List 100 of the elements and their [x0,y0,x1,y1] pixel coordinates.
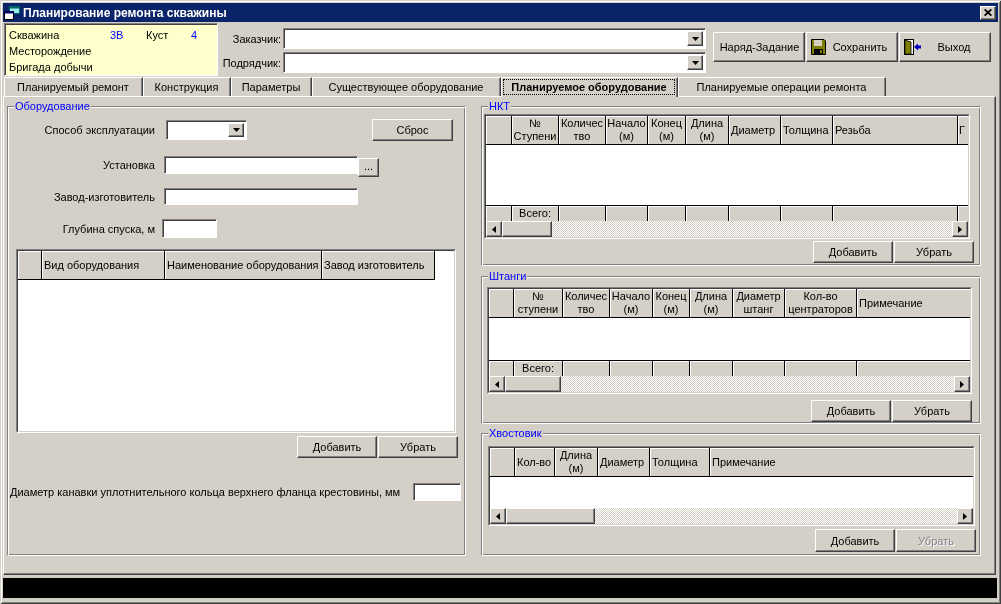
tab[interactable]: Конструкция [143,77,231,96]
well-number: 3В [110,29,124,41]
column-header[interactable]: Г [958,116,968,145]
column-header[interactable]: Начало (м) [606,116,648,145]
scrollbar-thumb[interactable] [505,376,561,392]
well-label: Скважина [9,29,60,41]
field-label: Диаметр канавки уплотнительного кольца верхнего фланца крестовины, мм [10,486,401,498]
scroll-right-button[interactable] [957,508,973,524]
right-arrow-icon [960,380,964,388]
column-header[interactable]: Количес тво [563,289,610,318]
combo-box[interactable] [166,120,247,140]
summary-cell: Всего: [514,361,563,376]
column-header[interactable]: Диаметр [598,448,650,477]
scroll-right-button[interactable] [952,221,968,237]
door-arrow-icon [904,39,921,55]
close-button[interactable] [980,5,996,20]
add-button[interactable]: Добавить [815,529,895,552]
tab[interactable]: Планируемый ремонт [4,77,143,96]
column-header[interactable]: № ступени [514,289,563,318]
toolbar-button[interactable]: Выход [899,32,991,62]
browse-button[interactable]: ... [358,158,379,177]
field-label: Заказчик: [232,32,281,45]
tab[interactable]: Планируемое оборудование [501,77,678,97]
remove-button[interactable]: Убрать [892,400,972,422]
group-title: Штанги [488,270,528,283]
save-icon [811,39,826,55]
group-title: НКТ [488,100,512,113]
column-header[interactable]: Толщина [650,448,710,477]
column-header[interactable]: Начало (м) [610,289,653,318]
caret-down-icon [232,128,240,132]
field-label: Глубина спуска, м [62,222,155,235]
dropdown-button[interactable] [228,123,244,137]
column-header[interactable]: Кол-во центраторов [785,289,857,318]
scrollbar-thumb[interactable] [502,221,552,237]
caret-down-icon [691,60,699,65]
text-field[interactable] [164,156,358,174]
corner-header-cell [489,289,514,318]
add-button[interactable]: Добавить [297,436,377,458]
window-title: Планирование ремонта скважины [23,5,228,20]
group-title: Хвостовик [488,427,543,440]
column-header[interactable]: Завод изготовитель [322,251,435,280]
toolbar-button[interactable]: Наряд-Задание [713,32,805,62]
field-label: Подрядчик: [222,56,281,69]
column-header[interactable]: № Ступени [512,116,559,145]
oilfield-label: Месторождение [9,45,92,57]
column-header[interactable]: Вид оборудования [42,251,165,280]
column-header[interactable]: Диаметр [729,116,781,145]
toolbar-button[interactable]: Сохранить [806,32,898,62]
summary-cell: Всего: [512,206,559,221]
right-arrow-icon [963,512,967,520]
left-arrow-icon [495,380,499,388]
tab[interactable]: Существующее оборудование [312,77,501,96]
text-field[interactable] [164,188,358,205]
column-header[interactable]: Кол-во [515,448,555,477]
add-button[interactable]: Добавить [811,400,891,422]
column-header[interactable]: Конец (м) [648,116,686,145]
column-header[interactable]: Примечание [857,289,970,318]
scroll-left-button[interactable] [489,376,505,392]
corner-header-cell [486,116,512,145]
corner-header-cell [18,251,42,280]
column-header[interactable]: Количес тво [559,116,606,145]
stacked-windows-icon [4,5,20,20]
right-arrow-icon [958,225,962,233]
left-arrow-icon [496,512,500,520]
left-arrow-icon [492,225,496,233]
field-label: Установка [103,159,155,171]
column-header[interactable]: Резьба [833,116,958,145]
combo-box[interactable] [283,28,706,49]
cluster-number: 4 [191,29,198,41]
dropdown-button[interactable] [687,31,703,46]
scroll-left-button[interactable] [490,508,506,524]
field-label: Завод-изготовитель [53,190,155,203]
field-label: Способ эксплуатации [44,124,155,136]
text-field[interactable] [162,219,217,238]
column-header[interactable]: Примечание [710,448,973,477]
column-header[interactable]: Диаметр штанг [733,289,785,318]
column-header[interactable]: Наименование оборудования [165,251,322,280]
corner-header-cell [490,448,515,477]
column-header[interactable]: Длина (м) [555,448,598,477]
remove-button[interactable]: Убрать [378,436,458,458]
cluster-label: Куст [146,29,169,41]
combo-box[interactable] [283,52,706,73]
remove-button[interactable]: Убрать [894,241,974,263]
add-button[interactable]: Добавить [813,241,893,263]
summary-cell [958,206,968,221]
tab[interactable]: Планируемые операции ремонта [678,77,886,96]
caret-down-icon [691,36,699,41]
scrollbar-thumb[interactable] [506,508,595,524]
reset-button[interactable]: Сброс [372,119,453,141]
scroll-left-button[interactable] [486,221,502,237]
column-header[interactable]: Длина (м) [690,289,733,318]
text-field[interactable] [413,483,461,501]
dropdown-button[interactable] [687,55,703,70]
column-header[interactable]: Длина (м) [686,116,729,145]
column-header[interactable]: Толщина [781,116,833,145]
close-icon [984,9,992,16]
crew-label: Бригада добычи [9,61,93,73]
tab[interactable]: Параметры [231,77,312,96]
column-header[interactable]: Конец (м) [653,289,690,318]
scroll-right-button[interactable] [954,376,970,392]
